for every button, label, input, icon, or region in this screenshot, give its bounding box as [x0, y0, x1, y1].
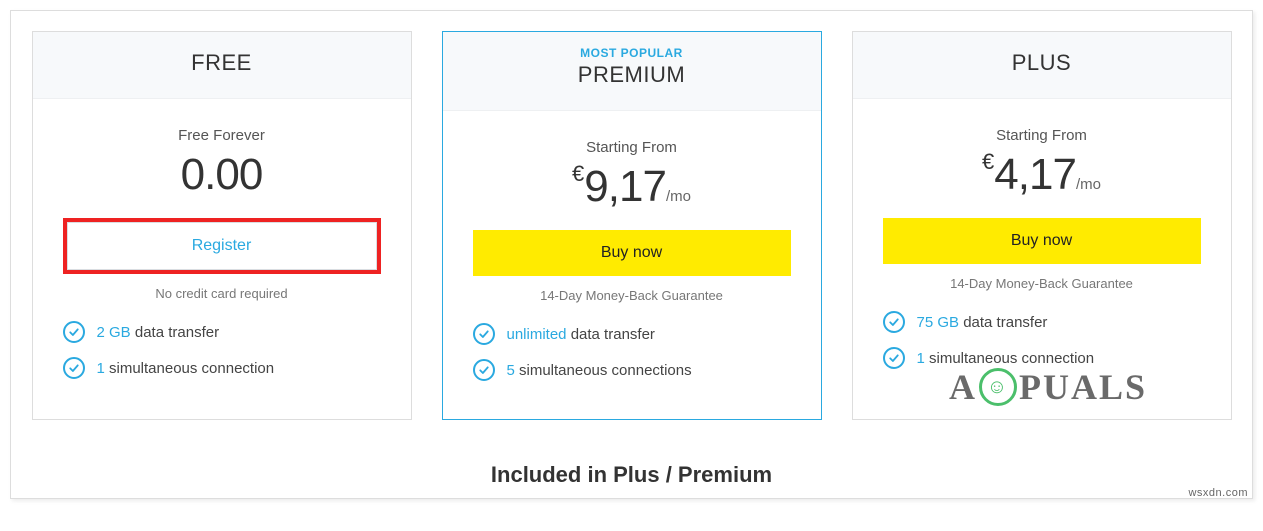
check-icon — [63, 321, 85, 343]
plan-starting-label: Starting From — [463, 139, 801, 156]
plan-title: PREMIUM — [453, 62, 811, 88]
plan-title: FREE — [43, 50, 401, 76]
plans-row: FREE Free Forever 0.00 Register No credit ca… — [31, 31, 1232, 420]
plan-price: €4,17/mo — [873, 150, 1211, 200]
plan-pricing: Starting From €9,17/mo — [443, 111, 821, 230]
price-amount: 4,17 — [994, 150, 1076, 199]
feature-row: 75 GB data transfer — [883, 311, 1201, 333]
feature-highlight: 75 GB — [917, 314, 960, 331]
feature-rest: simultaneous connection — [105, 360, 274, 377]
feature-row: 5 simultaneous connections — [473, 359, 791, 381]
included-heading: Included in Plus / Premium — [31, 462, 1232, 488]
pricing-panel: FREE Free Forever 0.00 Register No credit ca… — [10, 10, 1253, 499]
feature-rest: data transfer — [567, 326, 655, 343]
feature-highlight: 1 — [97, 360, 105, 377]
feature-row: unlimited data transfer — [473, 323, 791, 345]
feature-row: 2 GB data transfer — [63, 321, 381, 343]
plan-price: €9,17/mo — [463, 162, 801, 212]
feature-highlight: 2 GB — [97, 324, 131, 341]
plan-header: PLUS — [853, 32, 1231, 99]
check-icon — [63, 357, 85, 379]
plan-action: Buy now — [443, 230, 821, 276]
feature-rest: simultaneous connections — [515, 362, 692, 379]
plan-header: FREE — [33, 32, 411, 99]
plan-features: 75 GB data transfer 1 simultaneous connec… — [853, 311, 1231, 407]
plan-pricing: Free Forever 0.00 — [33, 99, 411, 218]
feature-rest: data transfer — [959, 314, 1047, 331]
plan-plus: PLUS Starting From €4,17/mo Buy now 14-Day M… — [852, 31, 1232, 420]
plan-header: MOST POPULAR PREMIUM — [443, 32, 821, 111]
plan-badge: MOST POPULAR — [453, 46, 811, 60]
plan-features: 2 GB data transfer 1 simultaneous connect… — [33, 321, 411, 417]
feature-text: 1 simultaneous connection — [97, 360, 275, 377]
price-period: /mo — [1076, 176, 1101, 193]
register-button[interactable]: Register — [67, 222, 377, 270]
feature-text: unlimited data transfer — [507, 326, 655, 343]
check-icon — [883, 347, 905, 369]
buy-now-button[interactable]: Buy now — [883, 218, 1201, 264]
plan-features: unlimited data transfer 5 simultaneous co… — [443, 323, 821, 419]
plan-sub-note: No credit card required — [33, 286, 411, 301]
plan-action: Register — [33, 218, 411, 274]
feature-row: 1 simultaneous connection — [63, 357, 381, 379]
feature-rest: data transfer — [131, 324, 219, 341]
plan-title: PLUS — [863, 50, 1221, 76]
feature-text: 75 GB data transfer — [917, 314, 1048, 331]
currency-symbol: € — [982, 149, 994, 175]
plan-sub-note: 14-Day Money-Back Guarantee — [853, 276, 1231, 291]
buy-now-button[interactable]: Buy now — [473, 230, 791, 276]
feature-text: 2 GB data transfer — [97, 324, 220, 341]
plan-starting-label: Free Forever — [53, 127, 391, 144]
plan-free: FREE Free Forever 0.00 Register No credit ca… — [32, 31, 412, 420]
cta-highlight-frame: Register — [63, 218, 381, 274]
feature-row: 1 simultaneous connection — [883, 347, 1201, 369]
feature-highlight: 5 — [507, 362, 515, 379]
plan-action: Buy now — [853, 218, 1231, 264]
source-watermark: wsxdn.com — [1188, 487, 1248, 499]
plan-premium: MOST POPULAR PREMIUM Starting From €9,17/mo… — [442, 31, 822, 420]
feature-text: 1 simultaneous connection — [917, 350, 1095, 367]
price-amount: 0.00 — [181, 150, 263, 199]
plan-price: 0.00 — [53, 150, 391, 200]
price-amount: 9,17 — [584, 162, 666, 211]
currency-symbol: € — [572, 161, 584, 187]
plan-starting-label: Starting From — [873, 127, 1211, 144]
feature-highlight: 1 — [917, 350, 925, 367]
check-icon — [473, 323, 495, 345]
check-icon — [473, 359, 495, 381]
feature-highlight: unlimited — [507, 326, 567, 343]
check-icon — [883, 311, 905, 333]
price-period: /mo — [666, 188, 691, 205]
plan-pricing: Starting From €4,17/mo — [853, 99, 1231, 218]
feature-rest: simultaneous connection — [925, 350, 1094, 367]
plan-sub-note: 14-Day Money-Back Guarantee — [443, 288, 821, 303]
feature-text: 5 simultaneous connections — [507, 362, 692, 379]
